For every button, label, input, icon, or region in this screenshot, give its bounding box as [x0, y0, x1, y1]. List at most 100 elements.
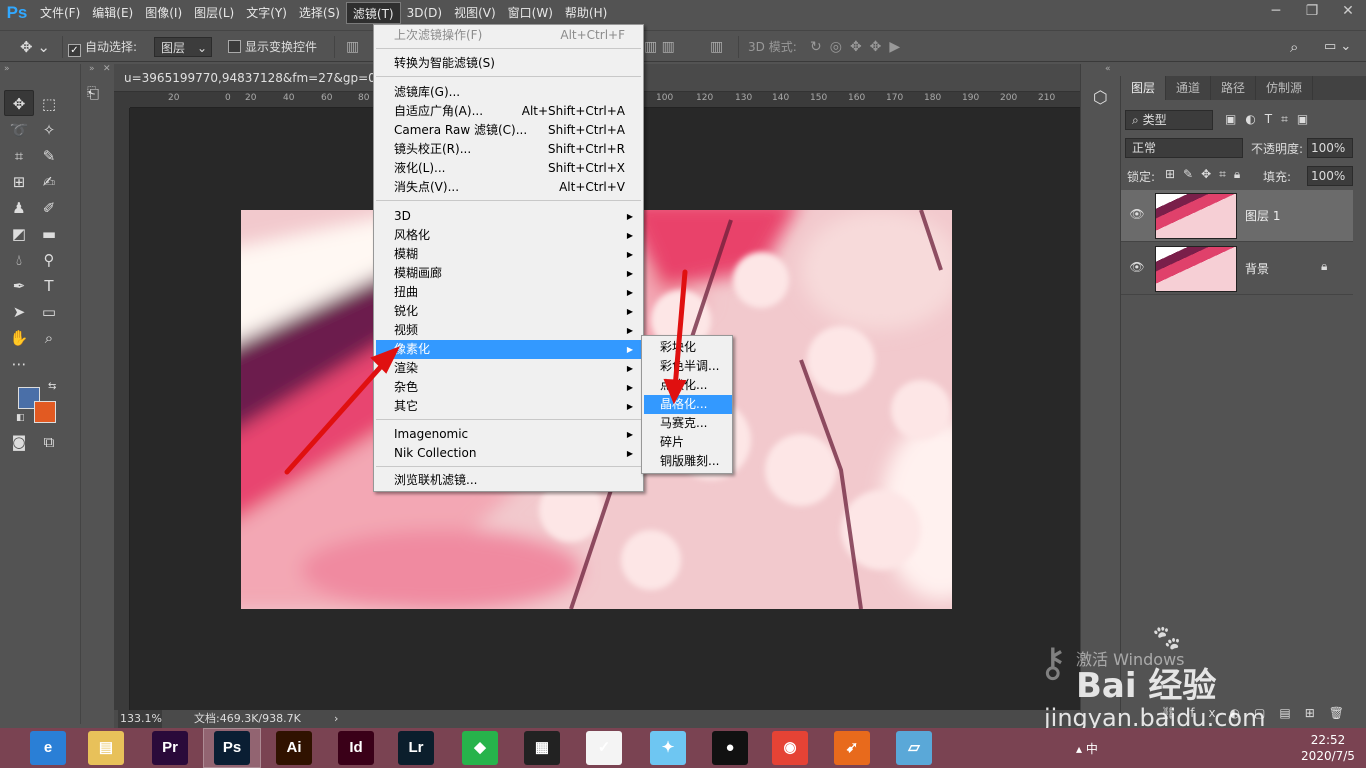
taskbar-chrome-icon[interactable]: ◉ — [772, 731, 808, 765]
align-icons[interactable]: ▥ ▥ — [644, 37, 675, 57]
auto-select-dropdown[interactable]: 图层 ⌄ — [154, 37, 212, 57]
layer-row[interactable]: 👁︎ 图层 1 — [1121, 190, 1353, 242]
blur-tool-icon[interactable]: 💧︎ — [4, 247, 34, 273]
submenu-blur-gallery[interactable]: 模糊画廊 ▶ — [376, 264, 641, 283]
rectangle-tool-icon[interactable]: ▭ — [34, 299, 64, 325]
adaptive-wide-angle-item[interactable]: 自适应广角(A)... Alt+Shift+Ctrl+A — [376, 102, 641, 121]
stamp-tool-icon[interactable]: ♟ — [4, 195, 34, 221]
taskbar-illustrator-icon[interactable]: Ai — [276, 731, 312, 765]
restore-icon[interactable]: ❐ — [1294, 0, 1330, 22]
status-arrow-icon[interactable]: › — [334, 710, 338, 728]
history-brush-icon[interactable]: ✐ — [34, 195, 64, 221]
color-halftone-item[interactable]: 彩块化 — [644, 338, 732, 357]
move-tool-icon[interactable]: ✥ ⌄ — [20, 37, 50, 57]
eye-icon[interactable]: 👁︎ — [1129, 207, 1145, 223]
menu-type[interactable]: 文字(Y) — [240, 2, 293, 24]
search-icon[interactable]: ⌕ — [1290, 37, 1298, 57]
default-colors-icon[interactable]: ◧ — [16, 413, 25, 423]
submenu-blur[interactable]: 模糊 ▶ — [376, 245, 641, 264]
lasso-tool-icon[interactable]: ➰ — [4, 117, 34, 143]
distribute-icon[interactable]: ▥ — [710, 37, 723, 57]
taskbar-video-editor-icon[interactable]: ▦ — [524, 731, 560, 765]
fragment-item[interactable]: 碎片 — [644, 433, 732, 452]
menu-image[interactable]: 图像(I) — [139, 2, 188, 24]
convert-smart-filter-item[interactable]: 转换为智能滤镜(S) — [376, 54, 641, 73]
background-color[interactable] — [34, 401, 56, 423]
submenu-3d[interactable]: 3D ▶ — [376, 207, 641, 226]
taskbar-app-green-icon[interactable]: ◆ — [462, 731, 498, 765]
crop-tool-icon[interactable]: ⌗ — [4, 143, 34, 169]
menu-file[interactable]: 文件(F) — [34, 2, 86, 24]
layer-filter-icons[interactable]: ▣◐T⌗▣ — [1225, 112, 1317, 127]
menu-layer[interactable]: 图层(L) — [188, 2, 240, 24]
more-tools-icon[interactable]: ⋯ — [4, 351, 34, 377]
taskbar-qq-icon[interactable]: ● — [712, 731, 748, 765]
taskbar-premiere-icon[interactable]: Pr — [152, 731, 188, 765]
crystallize-item[interactable]: 晶格化... — [644, 395, 732, 414]
color-halftone-dots-item[interactable]: 彩色半调... — [644, 357, 732, 376]
clock[interactable]: 22:52 2020/7/5 — [1298, 732, 1358, 764]
fill-input[interactable]: 100% — [1307, 166, 1353, 186]
menu-help[interactable]: 帮助(H) — [559, 2, 613, 24]
filter-gallery-item[interactable]: 滤镜库(G)... — [376, 83, 641, 102]
submenu-pixelate[interactable]: 像素化 ▶ — [376, 340, 641, 359]
submenu-other[interactable]: 其它 ▶ — [376, 397, 641, 416]
menu-select[interactable]: 选择(S) — [293, 2, 346, 24]
path-select-icon[interactable]: ➤ — [4, 299, 34, 325]
collapse-icon[interactable]: « — [1105, 64, 1111, 74]
pen-tool-icon[interactable]: ✒ — [4, 273, 34, 299]
opacity-input[interactable]: 100% — [1307, 138, 1353, 158]
menu-3d[interactable]: 3D(D) — [401, 2, 448, 24]
healing-brush-icon[interactable]: ⊞ — [4, 169, 34, 195]
swap-colors-icon[interactable]: ⇆ — [48, 381, 56, 392]
tab-channels[interactable]: 通道 — [1166, 76, 1212, 100]
expand-icon[interactable]: » — [89, 64, 95, 74]
type-tool-icon[interactable]: T — [34, 273, 64, 299]
show-transform-checkbox[interactable]: 显示变换控件 — [228, 37, 317, 57]
taskbar-lightroom-icon[interactable]: Lr — [398, 731, 434, 765]
submenu-nik-collection[interactable]: Nik Collection ▶ — [376, 444, 641, 463]
submenu-video[interactable]: 视频 ▶ — [376, 321, 641, 340]
eye-icon[interactable]: 👁︎ — [1129, 260, 1145, 276]
camera-raw-item[interactable]: Camera Raw 滤镜(C)... Shift+Ctrl+A — [376, 121, 641, 140]
lens-correction-item[interactable]: 镜头校正(R)... Shift+Ctrl+R — [376, 140, 641, 159]
mosaic-item[interactable]: 马赛克... — [644, 414, 732, 433]
submenu-render[interactable]: 渲染 ▶ — [376, 359, 641, 378]
submenu-noise[interactable]: 杂色 ▶ — [376, 378, 641, 397]
align-top-icon[interactable]: ▥ — [346, 37, 359, 57]
tab-clone-source[interactable]: 仿制源 — [1256, 76, 1314, 100]
menu-window[interactable]: 窗口(W) — [502, 2, 559, 24]
move-tool-icon[interactable]: ✥ — [4, 90, 34, 116]
eyedropper-icon[interactable]: ✎ — [34, 143, 64, 169]
vanishing-point-item[interactable]: 消失点(V)... Alt+Ctrl+V — [376, 178, 641, 197]
blend-mode-dropdown[interactable]: 正常 — [1125, 138, 1243, 158]
hand-tool-icon[interactable]: ✋ — [4, 325, 34, 351]
taskbar-app-orange-icon[interactable]: ➹ — [834, 731, 870, 765]
layer-row[interactable]: 👁︎ 背景 🔒︎ — [1121, 243, 1353, 295]
dodge-tool-icon[interactable]: ⚲ — [34, 247, 64, 273]
taskbar-photoshop-icon[interactable]: Ps — [214, 731, 250, 765]
taskbar-browser-icon[interactable]: e — [30, 731, 66, 765]
magic-wand-icon[interactable]: ✧ — [34, 117, 64, 143]
tab-paths[interactable]: 路径 — [1211, 76, 1257, 100]
lock-icons[interactable]: ⊞✎✥⌗🔒︎ — [1165, 167, 1248, 182]
menu-edit[interactable]: 编辑(E) — [86, 2, 139, 24]
close-icon[interactable]: ✕ — [103, 64, 111, 74]
taskbar-file-explorer-icon[interactable]: ▤ — [88, 731, 124, 765]
taskbar-indesign-icon[interactable]: Id — [338, 731, 374, 765]
collapse-icon[interactable]: » — [4, 64, 10, 74]
marquee-tool-icon[interactable]: ⬚ — [34, 91, 64, 117]
taskbar-app-bird-icon[interactable]: ✦ — [650, 731, 686, 765]
taskbar-app-blue-icon[interactable]: ▱ — [896, 731, 932, 765]
submenu-stylize[interactable]: 风格化 ▶ — [376, 226, 641, 245]
eraser-tool-icon[interactable]: ◩ — [4, 221, 34, 247]
submenu-imagenomic[interactable]: Imagenomic ▶ — [376, 425, 641, 444]
3d-cube-icon[interactable]: ⬡ — [1093, 88, 1108, 108]
layer-filter-dropdown[interactable]: ⌕ 类型 — [1125, 110, 1213, 130]
browse-online-filters-item[interactable]: 浏览联机滤镜... — [376, 471, 641, 490]
3d-mode-icons[interactable]: ↻◎✥✥▶ — [810, 37, 908, 57]
auto-select-checkbox[interactable]: ✓ 自动选择: — [68, 37, 137, 57]
brush-tool-icon[interactable]: ✍ — [34, 169, 64, 195]
close-icon[interactable]: ✕ — [1330, 0, 1366, 22]
gradient-tool-icon[interactable]: ▬ — [34, 221, 64, 247]
